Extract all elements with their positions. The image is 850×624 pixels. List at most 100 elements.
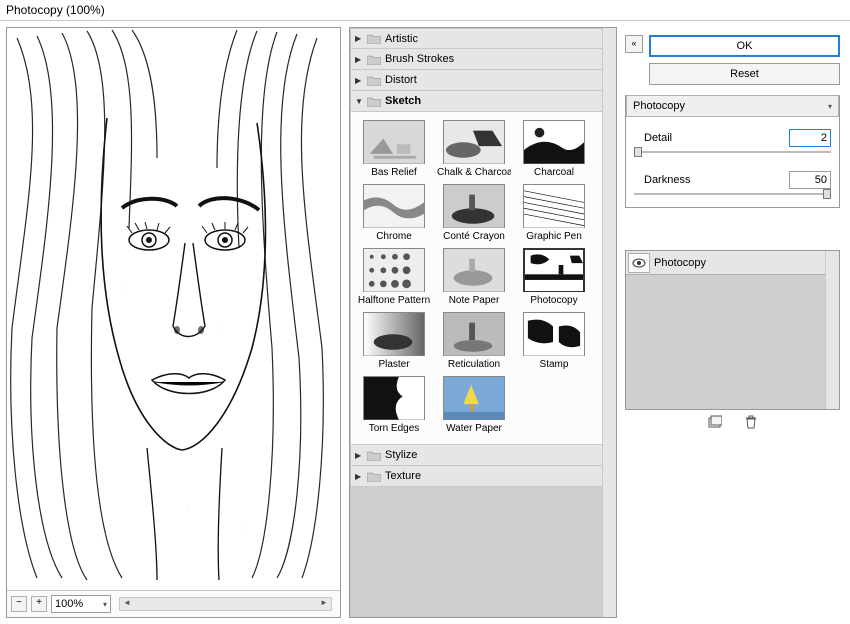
category-texture[interactable]: ▶ Texture <box>350 466 616 487</box>
category-artistic[interactable]: ▶ Artistic <box>350 28 616 49</box>
filter-label: Conté Crayon <box>437 231 511 242</box>
filter-thumb-note-paper[interactable]: Note Paper <box>437 248 511 306</box>
filter-thumbnail <box>443 184 505 228</box>
filter-thumbnail <box>443 376 505 420</box>
slider-thumb[interactable] <box>823 189 831 199</box>
zoom-level-select[interactable]: 100% ▾ <box>51 595 111 613</box>
layer-row-photocopy[interactable]: Photocopy <box>626 251 839 275</box>
category-label: Stylize <box>385 449 417 461</box>
category-label: Distort <box>385 74 417 86</box>
triangle-right-icon: ▶ <box>355 76 363 85</box>
filter-thumbnail <box>523 184 585 228</box>
folder-icon <box>367 33 381 44</box>
filter-label: Photocopy <box>517 295 591 306</box>
filter-select-value: Photocopy <box>633 100 685 112</box>
category-brush-strokes[interactable]: ▶ Brush Strokes <box>350 49 616 70</box>
filter-gallery-panel: ▶ Artistic ▶ Brush Strokes ▶ Distort ▼ S… <box>349 27 617 618</box>
zoom-out-button[interactable]: − <box>11 596 27 612</box>
filter-label: Charcoal <box>517 167 591 178</box>
folder-icon <box>367 450 381 461</box>
filter-label: Reticulation <box>437 359 511 370</box>
filter-label: Chalk & Charcoal <box>437 167 511 178</box>
zoom-in-button[interactable]: + <box>31 596 47 612</box>
triangle-right-icon: ▶ <box>355 472 363 481</box>
filter-thumb-reticulation[interactable]: Reticulation <box>437 312 511 370</box>
category-label: Brush Strokes <box>385 53 454 65</box>
layers-vertical-scrollbar[interactable] <box>825 251 839 409</box>
filter-label: Note Paper <box>437 295 511 306</box>
filter-thumb-water-paper[interactable]: Water Paper <box>437 376 511 434</box>
collapse-toggle-button[interactable]: « <box>625 35 643 53</box>
filter-label: Chrome <box>357 231 431 242</box>
filter-thumb-bas-relief[interactable]: Bas Relief <box>357 120 431 178</box>
darkness-input[interactable] <box>789 171 831 189</box>
filter-thumb-stamp[interactable]: Stamp <box>517 312 591 370</box>
triangle-down-icon: ▼ <box>355 97 363 106</box>
category-label: Artistic <box>385 33 418 45</box>
filter-thumb-torn-edges[interactable]: Torn Edges <box>357 376 431 434</box>
detail-input[interactable] <box>789 129 831 147</box>
gallery-empty-area <box>350 487 616 617</box>
filter-label: Bas Relief <box>357 167 431 178</box>
preview-horizontal-scrollbar[interactable]: ◄ ► <box>119 597 332 611</box>
triangle-right-icon: ▶ <box>355 55 363 64</box>
darkness-label: Darkness <box>634 174 690 186</box>
scroll-right-icon[interactable]: ► <box>317 598 331 610</box>
filter-thumbnail <box>363 120 425 164</box>
filter-thumb-conte-crayon[interactable]: Conté Crayon <box>437 184 511 242</box>
new-layer-icon[interactable] <box>708 415 722 429</box>
category-stylize[interactable]: ▶ Stylize <box>350 445 616 466</box>
slider-thumb[interactable] <box>634 147 642 157</box>
filter-thumb-photocopy[interactable]: Photocopy <box>517 248 591 306</box>
filter-thumb-chalk-charcoal[interactable]: Chalk & Charcoal <box>437 120 511 178</box>
filter-label: Stamp <box>517 359 591 370</box>
folder-icon <box>367 471 381 482</box>
visibility-toggle-icon[interactable] <box>628 253 650 273</box>
reset-button[interactable]: Reset <box>649 63 840 85</box>
folder-icon <box>367 75 381 86</box>
filter-thumbnail <box>363 312 425 356</box>
filter-thumbnail <box>443 120 505 164</box>
settings-panel: « OK Reset Photocopy ▾ Detail Darkn <box>625 27 844 618</box>
preview-image[interactable] <box>7 28 327 583</box>
filter-label: Torn Edges <box>357 423 431 434</box>
filter-label: Halftone Pattern <box>357 295 431 306</box>
scroll-left-icon[interactable]: ◄ <box>120 598 134 610</box>
chevron-down-icon: ▾ <box>828 102 832 111</box>
filter-thumb-plaster[interactable]: Plaster <box>357 312 431 370</box>
folder-icon <box>367 96 381 107</box>
chevron-down-icon: ▾ <box>103 600 107 609</box>
detail-label: Detail <box>634 132 672 144</box>
filter-thumbnail <box>523 312 585 356</box>
filter-thumbnail <box>363 376 425 420</box>
filter-label: Plaster <box>357 359 431 370</box>
detail-slider[interactable] <box>634 151 831 153</box>
filter-thumbnail <box>443 312 505 356</box>
filter-label: Water Paper <box>437 423 511 434</box>
filter-thumbnail <box>363 248 425 292</box>
effect-layers-list: Photocopy <box>625 250 840 410</box>
gallery-vertical-scrollbar[interactable] <box>602 28 616 617</box>
layer-label: Photocopy <box>654 257 706 269</box>
triangle-right-icon: ▶ <box>355 451 363 460</box>
filter-thumbnail <box>443 248 505 292</box>
filter-label: Graphic Pen <box>517 231 591 242</box>
category-distort[interactable]: ▶ Distort <box>350 70 616 91</box>
filter-thumb-graphic-pen[interactable]: Graphic Pen <box>517 184 591 242</box>
filter-select[interactable]: Photocopy ▾ <box>626 95 839 117</box>
window-title: Photocopy (100%) <box>0 0 850 20</box>
triangle-right-icon: ▶ <box>355 34 363 43</box>
filter-thumb-halftone-pattern[interactable]: Halftone Pattern <box>357 248 431 306</box>
category-label: Texture <box>385 470 421 482</box>
preview-panel: − + 100% ▾ ◄ ► <box>6 27 341 618</box>
filter-thumbnail <box>523 248 585 292</box>
filter-thumbnail <box>363 184 425 228</box>
darkness-slider[interactable] <box>634 193 831 195</box>
filter-thumbnail <box>523 120 585 164</box>
delete-layer-icon[interactable] <box>744 415 758 429</box>
category-sketch[interactable]: ▼ Sketch <box>350 91 616 112</box>
ok-button[interactable]: OK <box>649 35 840 57</box>
filter-thumb-charcoal[interactable]: Charcoal <box>517 120 591 178</box>
filter-thumb-chrome[interactable]: Chrome <box>357 184 431 242</box>
category-label: Sketch <box>385 95 421 107</box>
